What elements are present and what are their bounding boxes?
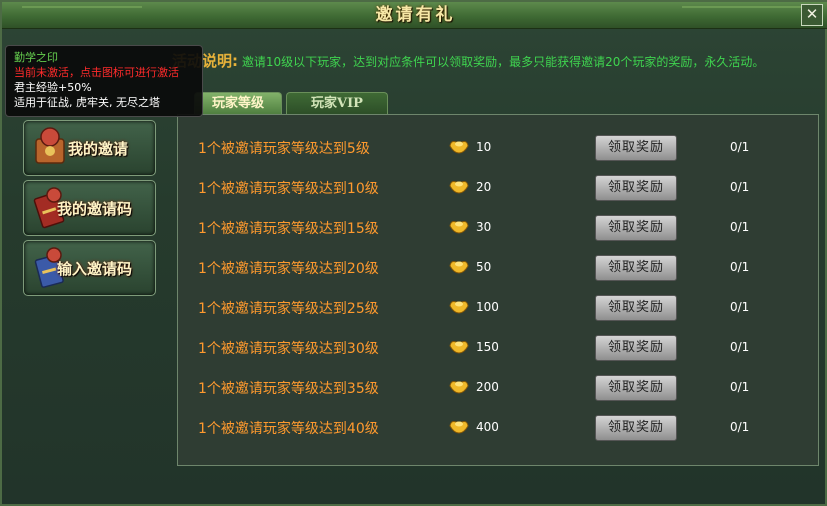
gold-ingot-icon xyxy=(449,261,469,274)
reward-amount: 50 xyxy=(476,260,492,274)
reward-progress: 0/1 xyxy=(730,340,750,354)
reward-row: 1个被邀请玩家等级达到15级 30 领取奖励 0/1 xyxy=(178,207,820,247)
claim-reward-button[interactable]: 领取奖励 xyxy=(595,415,677,441)
invite-scroll-icon xyxy=(35,127,65,164)
invite-reward-window: 邀请有礼 ✕ 活动说明: 邀请10级以下玩家，达到对应条件可以领取奖励，最多只能… xyxy=(0,0,827,506)
gold-ingot-icon xyxy=(449,421,469,434)
reward-amount: 100 xyxy=(476,300,499,314)
reward-amount: 150 xyxy=(476,340,499,354)
gold-ingot-icon xyxy=(449,381,469,394)
reward-progress: 0/1 xyxy=(730,260,750,274)
tooltip-scope: 适用于征战, 虎牢关, 无尽之塔 xyxy=(14,96,160,109)
claim-reward-button[interactable]: 领取奖励 xyxy=(595,295,677,321)
reward-amount: 200 xyxy=(476,380,499,394)
gold-ingot-icon xyxy=(449,141,469,154)
tooltip-status: 当前未激活，点击图标可进行激活 xyxy=(14,66,179,79)
window-title: 邀请有礼 xyxy=(375,5,456,25)
reward-progress: 0/1 xyxy=(730,420,750,434)
reward-condition: 1个被邀请玩家等级达到35级 xyxy=(198,381,379,397)
reward-progress: 0/1 xyxy=(730,220,750,234)
reward-progress: 0/1 xyxy=(730,140,750,154)
reward-amount: 400 xyxy=(476,420,499,434)
sidebar-item-label: 输入邀请码 xyxy=(57,260,133,278)
reward-condition: 1个被邀请玩家等级达到10级 xyxy=(198,181,379,197)
reward-row: 1个被邀请玩家等级达到35级 200 领取奖励 0/1 xyxy=(178,367,820,407)
tab-player-vip[interactable]: 玩家VIP xyxy=(286,92,388,115)
reward-condition: 1个被邀请玩家等级达到20级 xyxy=(198,261,379,277)
sidebar-item-label: 我的邀请 xyxy=(68,140,129,158)
tab-player-level[interactable]: 玩家等级 xyxy=(194,92,282,115)
reward-progress: 0/1 xyxy=(730,380,750,394)
reward-amount: 10 xyxy=(476,140,492,154)
close-icon: ✕ xyxy=(805,5,819,23)
sidebar-item-my-invite-code[interactable]: 我的邀请码 xyxy=(23,180,156,236)
gold-ingot-icon xyxy=(449,301,469,314)
claim-reward-button[interactable]: 领取奖励 xyxy=(595,375,677,401)
description-text: 邀请10级以下玩家，达到对应条件可以领取奖励，最多只能获得邀请20个玩家的奖励，… xyxy=(241,55,765,69)
claim-reward-button[interactable]: 领取奖励 xyxy=(595,175,677,201)
reward-progress: 0/1 xyxy=(730,180,750,194)
title-bar[interactable]: 邀请有礼 ✕ xyxy=(2,2,827,29)
reward-progress: 0/1 xyxy=(730,300,750,314)
sidebar-item-input-invite-code[interactable]: 输入邀请码 xyxy=(23,240,156,296)
reward-row: 1个被邀请玩家等级达到10级 20 领取奖励 0/1 xyxy=(178,167,820,207)
reward-amount: 20 xyxy=(476,180,492,194)
close-button[interactable]: ✕ xyxy=(801,4,823,26)
gold-ingot-icon xyxy=(449,221,469,234)
buff-tooltip: 勤学之印 当前未激活，点击图标可进行激活 君主经验+50% 适用于征战, 虎牢关… xyxy=(5,45,203,117)
reward-condition: 1个被邀请玩家等级达到5级 xyxy=(198,141,370,157)
reward-row: 1个被邀请玩家等级达到20级 50 领取奖励 0/1 xyxy=(178,247,820,287)
reward-row: 1个被邀请玩家等级达到40级 400 领取奖励 0/1 xyxy=(178,407,820,447)
sidebar-item-label: 我的邀请码 xyxy=(57,200,133,218)
reward-amount: 30 xyxy=(476,220,492,234)
claim-reward-button[interactable]: 领取奖励 xyxy=(595,135,677,161)
sidebar-item-my-invites[interactable]: 我的邀请 xyxy=(23,120,156,176)
reward-list-panel: 1个被邀请玩家等级达到5级 10 领取奖励 0/1 1个被邀请玩家等级达到10级 20 领取… xyxy=(177,114,819,466)
reward-row: 1个被邀请玩家等级达到5级 10 领取奖励 0/1 xyxy=(178,127,820,167)
gold-ingot-icon xyxy=(449,181,469,194)
claim-reward-button[interactable]: 领取奖励 xyxy=(595,335,677,361)
tooltip-title: 勤学之印 xyxy=(14,51,58,64)
reward-condition: 1个被邀请玩家等级达到25级 xyxy=(198,301,379,317)
activity-description: 活动说明: 邀请10级以下玩家，达到对应条件可以领取奖励，最多只能获得邀请20个… xyxy=(172,50,764,71)
claim-reward-button[interactable]: 领取奖励 xyxy=(595,215,677,241)
reward-row: 1个被邀请玩家等级达到25级 100 领取奖励 0/1 xyxy=(178,287,820,327)
reward-condition: 1个被邀请玩家等级达到30级 xyxy=(198,341,379,357)
claim-reward-button[interactable]: 领取奖励 xyxy=(595,255,677,281)
gold-ingot-icon xyxy=(449,341,469,354)
reward-condition: 1个被邀请玩家等级达到40级 xyxy=(198,421,379,437)
tooltip-effect: 君主经验+50% xyxy=(14,81,92,94)
reward-row: 1个被邀请玩家等级达到30级 150 领取奖励 0/1 xyxy=(178,327,820,367)
reward-condition: 1个被邀请玩家等级达到15级 xyxy=(198,221,379,237)
